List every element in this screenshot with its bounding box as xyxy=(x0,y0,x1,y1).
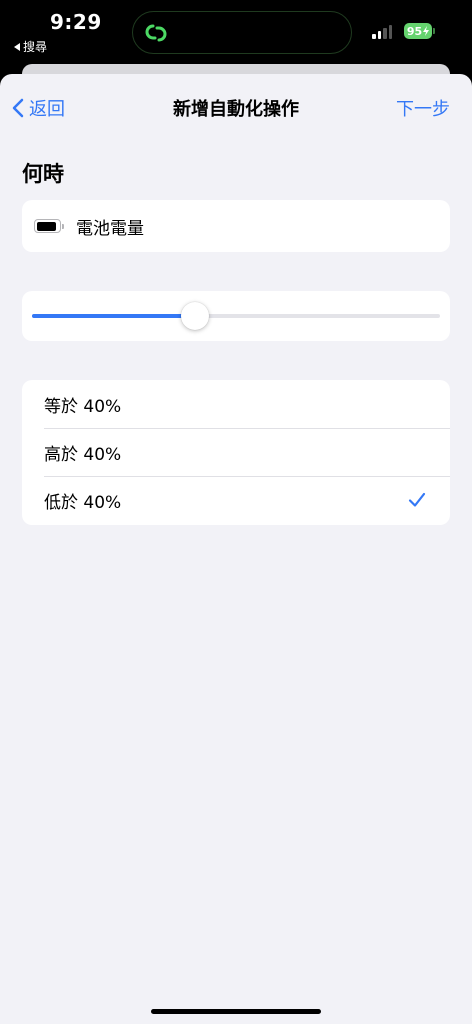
back-to-app-label: 搜尋 xyxy=(23,40,48,54)
slider-fill xyxy=(32,314,196,318)
back-button-label: 返回 xyxy=(29,99,65,120)
battery-icon xyxy=(34,219,64,233)
option-label: 低於 40% xyxy=(44,492,122,513)
slider-track[interactable] xyxy=(32,302,440,330)
battery-level-slider-card xyxy=(22,291,450,341)
option-above[interactable]: 高於 40% xyxy=(22,428,450,476)
status-bar: 9:29 搜尋 95 xyxy=(0,0,472,70)
slider-thumb[interactable] xyxy=(181,302,210,330)
charging-bolt-icon xyxy=(423,26,430,36)
battery-indicator: 95 xyxy=(404,23,432,39)
battery-level: 95 xyxy=(406,24,423,38)
status-time: 9:29 xyxy=(50,10,102,34)
option-below[interactable]: 低於 40% xyxy=(22,476,450,524)
chevron-left-icon xyxy=(12,98,24,118)
back-to-app-link[interactable]: 搜尋 xyxy=(14,38,47,55)
home-indicator xyxy=(151,1009,321,1014)
option-label: 高於 40% xyxy=(44,444,122,465)
checkmark-icon xyxy=(408,492,426,507)
trigger-label: 電池電量 xyxy=(76,218,144,239)
option-label: 等於 40% xyxy=(44,396,122,417)
battery-cap xyxy=(433,28,435,34)
shortcuts-link-icon xyxy=(145,24,167,42)
back-triangle-icon xyxy=(14,42,20,51)
dynamic-island[interactable] xyxy=(132,11,352,54)
back-button[interactable]: 返回 xyxy=(12,95,65,121)
cellular-signal-icon xyxy=(372,25,392,39)
automation-sheet: 返回 新增自動化操作 下一步 何時 電池電量 等於 40% 高於 40% 低於 … xyxy=(0,74,472,1024)
section-title: 何時 xyxy=(22,162,64,186)
option-equal[interactable]: 等於 40% xyxy=(22,380,450,428)
next-button[interactable]: 下一步 xyxy=(396,95,450,121)
trigger-card[interactable]: 電池電量 xyxy=(22,200,450,252)
condition-options-list: 等於 40% 高於 40% 低於 40% xyxy=(22,380,450,525)
